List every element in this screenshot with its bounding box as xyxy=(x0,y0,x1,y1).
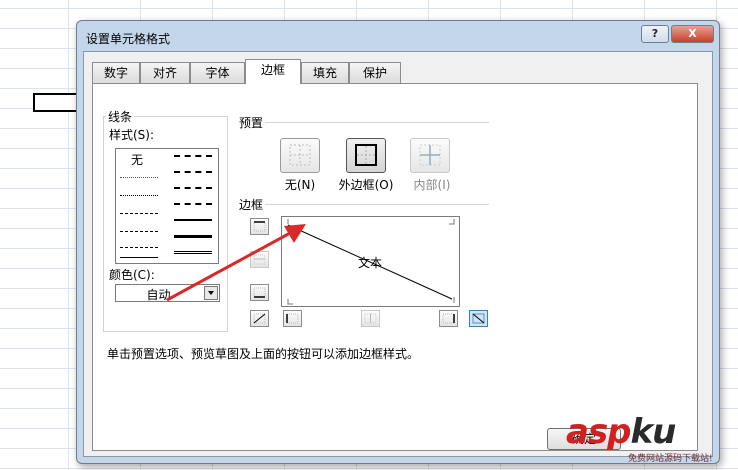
preset-outline-button[interactable] xyxy=(346,138,386,173)
line-style-dashed[interactable] xyxy=(120,247,158,248)
border-group-label: 边框 xyxy=(237,196,266,213)
dialog-client: 数字 对齐 字体 边框 填充 保护 线条 样式(S): 无 颜色(C): 自动 … xyxy=(83,51,713,457)
border-top-button[interactable] xyxy=(250,218,269,235)
line-group-label: 线条 xyxy=(106,108,135,125)
tab-fill[interactable]: 填充 xyxy=(301,62,349,83)
chevron-down-icon[interactable] xyxy=(204,286,218,300)
preset-inside-button[interactable] xyxy=(410,138,450,173)
preset-inside-label: 内部(I) xyxy=(413,178,451,192)
close-button[interactable]: X xyxy=(671,25,714,43)
line-style-medium[interactable] xyxy=(174,219,212,221)
line-style-hair[interactable] xyxy=(120,177,158,178)
tab-font[interactable]: 字体 xyxy=(190,62,245,83)
presets-group-label: 预置 xyxy=(237,114,266,131)
help-button[interactable]: ? xyxy=(641,25,669,43)
line-style-dotted[interactable] xyxy=(120,195,158,196)
watermark-logo: aspku xyxy=(566,412,677,452)
tab-protection[interactable]: 保护 xyxy=(349,62,401,83)
line-style-list[interactable]: 无 xyxy=(115,148,219,264)
preset-outline-label: 外边框(O) xyxy=(338,178,394,192)
border-right-button[interactable] xyxy=(439,310,458,327)
border-left-button[interactable] xyxy=(283,310,302,327)
border-right-icon xyxy=(442,313,455,324)
instruction-text: 单击预置选项、预览草图及上面的按钮可以添加边框样式。 xyxy=(107,347,420,361)
border-bottom-icon xyxy=(253,287,266,298)
border-preview[interactable]: 文本 xyxy=(281,216,460,307)
line-style-medium-dash-dot[interactable] xyxy=(174,187,212,189)
tab-alignment[interactable]: 对齐 xyxy=(140,62,190,83)
color-dropdown[interactable]: 自动 xyxy=(115,284,220,302)
preset-none-icon xyxy=(289,144,311,166)
line-style-none[interactable]: 无 xyxy=(131,151,143,168)
line-style-thin[interactable] xyxy=(120,257,158,258)
selected-cell[interactable] xyxy=(33,93,79,112)
watermark-subtitle: 免费网站源码下载站! xyxy=(628,454,713,464)
border-separator xyxy=(261,204,489,205)
border-diagonal-down-button[interactable] xyxy=(469,310,488,327)
line-style-slant-dash-dot[interactable] xyxy=(174,171,212,173)
line-style-medium-dashed[interactable] xyxy=(174,203,212,205)
preset-outline-icon xyxy=(355,144,377,166)
tab-number[interactable]: 数字 xyxy=(92,62,140,83)
line-style-dash-dot-dot[interactable] xyxy=(120,213,158,214)
border-left-icon xyxy=(286,313,299,324)
preset-none-label: 无(N) xyxy=(284,178,316,192)
color-label: 颜色(C): xyxy=(107,266,157,283)
preset-inside-icon xyxy=(419,144,441,166)
border-inside-vertical-icon xyxy=(364,313,377,324)
border-bottom-button[interactable] xyxy=(250,284,269,301)
diagonal-up-icon xyxy=(253,313,266,324)
tab-border[interactable]: 边框 xyxy=(245,59,301,84)
border-top-icon xyxy=(253,221,266,232)
color-value: 自动 xyxy=(146,288,171,302)
border-inside-vertical-button[interactable] xyxy=(361,310,380,327)
line-style-dash-dot[interactable] xyxy=(120,231,158,232)
line-style-thick[interactable] xyxy=(174,235,212,238)
border-inside-horizontal-button[interactable] xyxy=(250,251,269,268)
preview-text: 文本 xyxy=(358,256,383,270)
dialog-titlebar: 设置单元格格式 ? X xyxy=(77,21,719,53)
diagonal-down-icon xyxy=(472,313,485,324)
watermark-asp: asp xyxy=(566,412,632,452)
style-label: 样式(S): xyxy=(107,126,157,143)
border-diagonal-up-button[interactable] xyxy=(250,310,269,327)
format-cells-dialog: 设置单元格格式 ? X 数字 对齐 字体 边框 填充 保护 线条 样式(S): … xyxy=(76,20,720,464)
presets-separator xyxy=(259,122,489,123)
border-tab-page: 线条 样式(S): 无 颜色(C): 自动 预置 无(N) 外边框(O) 内部(… xyxy=(92,83,698,451)
preset-none-button[interactable] xyxy=(280,138,320,173)
line-style-medium-dash-dot-dot[interactable] xyxy=(174,155,212,157)
border-inside-horizontal-icon xyxy=(253,254,266,265)
watermark-ku: ku xyxy=(630,412,677,452)
line-style-double[interactable] xyxy=(174,251,212,254)
dialog-title: 设置单元格格式 xyxy=(86,32,171,46)
